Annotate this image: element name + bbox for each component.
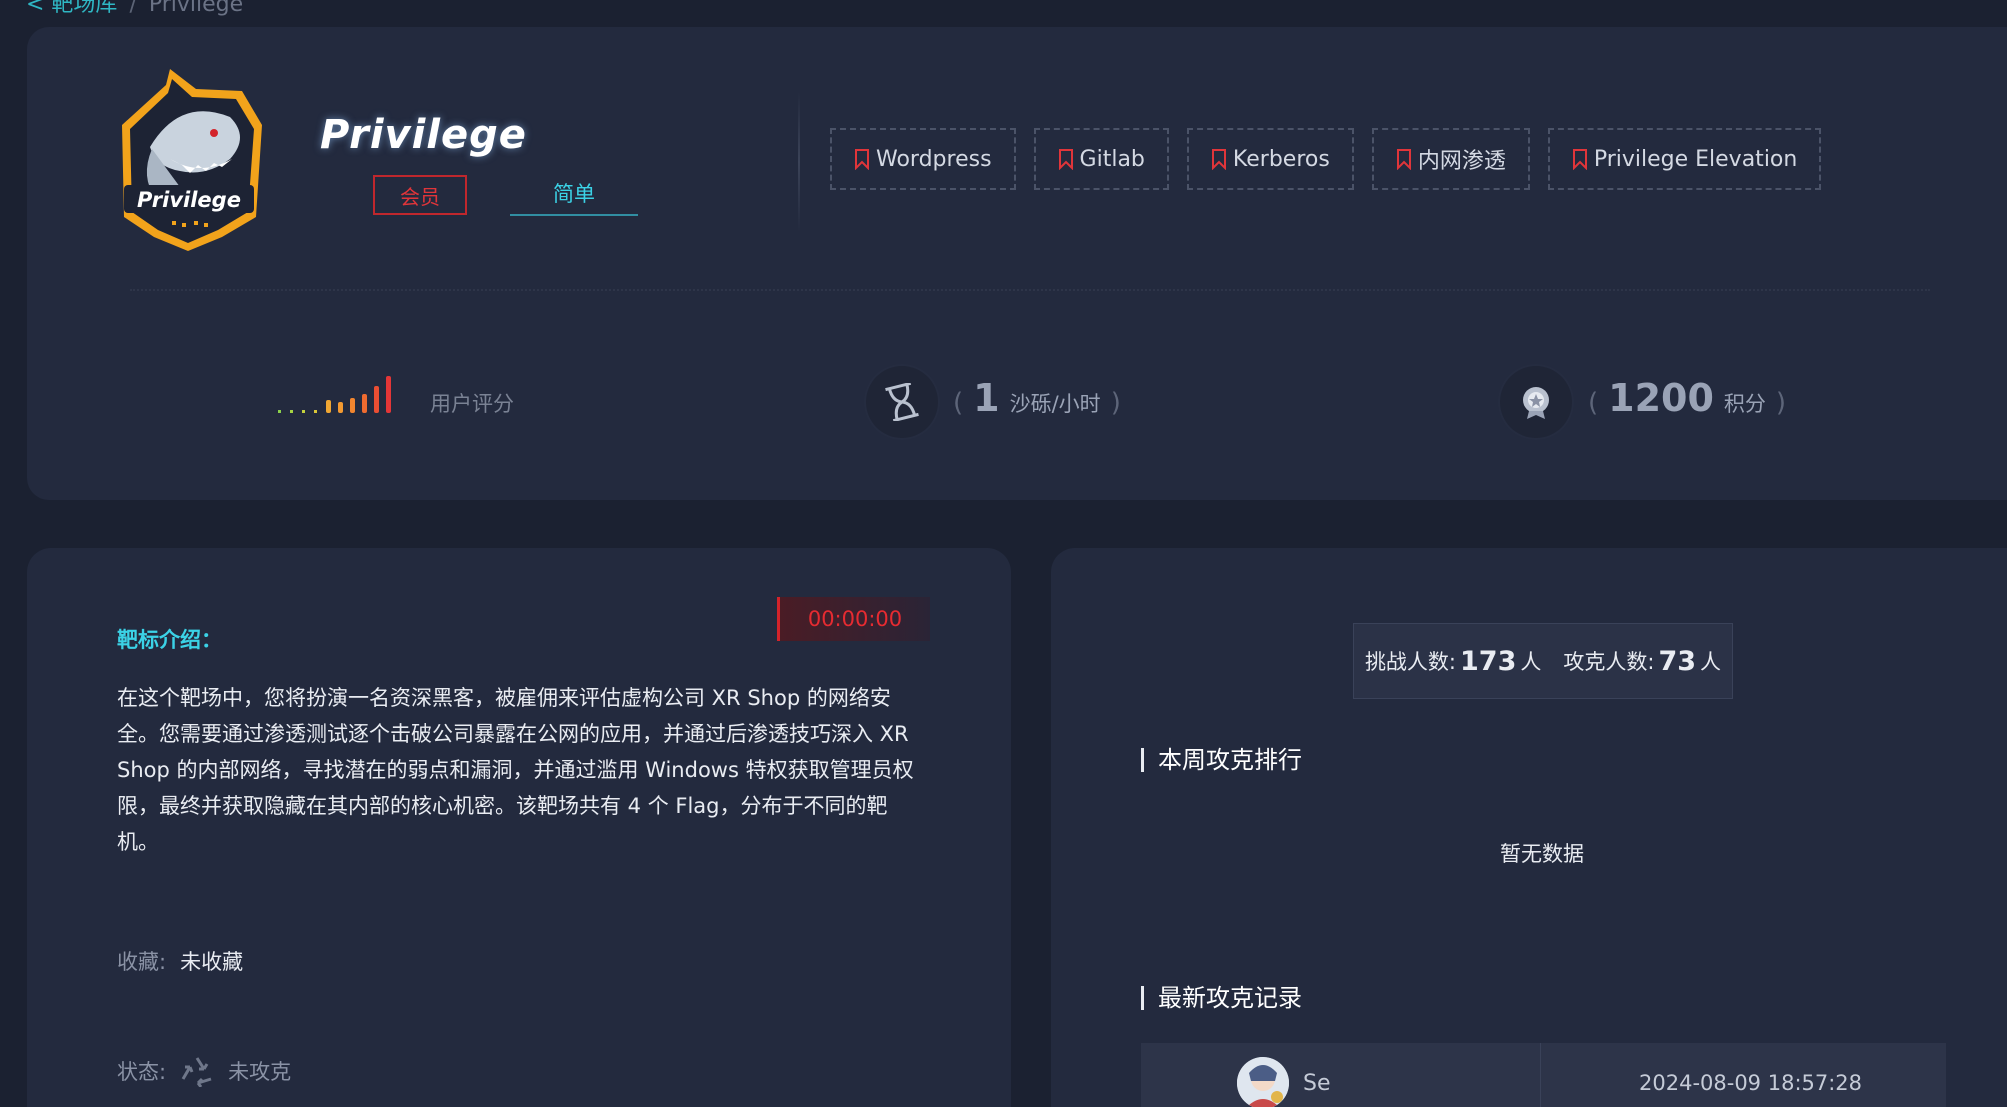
no-data-text: 暂无数据 <box>1500 842 1584 866</box>
bookmark-icon <box>1058 149 1073 170</box>
weekly-ranking-title: 本周攻克排行 <box>1141 748 1302 772</box>
machine-title: Privilege <box>320 112 527 158</box>
sand-rate-stat: ( 1 沙砾/小时 ) <box>953 376 1121 420</box>
points-value: 1200 <box>1608 376 1714 420</box>
intro-label: 靶标介绍： <box>117 628 222 652</box>
solved-unit: 人 <box>1700 650 1722 674</box>
breadcrumb-separator: / <box>129 0 137 17</box>
tag-wordpress[interactable]: Wordpress <box>830 128 1016 190</box>
tag-label: Gitlab <box>1079 146 1145 172</box>
breadcrumb-back-link[interactable]: < 靶场库 <box>26 0 117 17</box>
bookmark-icon <box>855 149 869 170</box>
status-row: 状态: 未攻克 <box>117 1055 291 1087</box>
sand-rate-unit: 沙砾/小时 <box>1009 392 1101 416</box>
record-user: Se <box>1141 1043 1541 1107</box>
tag-label: Kerberos <box>1232 146 1330 172</box>
solved-label: 攻克人数: <box>1563 650 1655 674</box>
hourglass-icon <box>866 366 938 438</box>
record-username[interactable]: Se <box>1303 1071 1331 1096</box>
logo-text: Privilege <box>137 188 241 212</box>
record-time: 2024-08-09 18:57:28 <box>1639 1071 1863 1095</box>
tag-label: Privilege Elevation <box>1593 146 1798 172</box>
intro-text: 在这个靶场中，您将扮演一名资深黑客，被雇佣来评估虚构公司 XR Shop 的网络… <box>117 686 914 854</box>
status-label: 状态: <box>117 1060 167 1084</box>
tag-label: 内网渗透 <box>1417 149 1506 174</box>
breadcrumb: < 靶场库 / Privilege <box>26 0 243 18</box>
tag-intranet-pentest[interactable]: 内网渗透 <box>1371 128 1530 190</box>
solved-count: 73 <box>1658 645 1697 677</box>
difficulty-badge: 简单 <box>510 174 638 216</box>
breadcrumb-current: Privilege <box>148 0 244 17</box>
bookmark-icon <box>1572 149 1587 170</box>
challengers-unit: 人 <box>1520 650 1542 674</box>
avatar <box>1237 1057 1289 1107</box>
favorite-toggle[interactable]: 未收藏 <box>180 946 243 976</box>
machine-header-card <box>27 27 2007 500</box>
favorite-row: 收藏: 未收藏 <box>117 946 243 976</box>
favorite-label: 收藏: <box>117 950 167 974</box>
member-badge: 会员 <box>373 175 467 215</box>
header-separator <box>130 289 1930 291</box>
paren-close: ) <box>1775 388 1787 418</box>
page: < 靶场库 / Privilege Privilege Privilege 会员 简… <box>0 0 2007 1107</box>
record-row[interactable]: Se 2024-08-09 18:57:28 <box>1141 1043 1946 1107</box>
points-unit: 积分 <box>1723 392 1766 416</box>
tag-list: Wordpress Gitlab Kerberos 内网渗透 Privilege… <box>830 128 1822 190</box>
tag-gitlab[interactable]: Gitlab <box>1033 128 1169 190</box>
participation-counts: 挑战人数: 173 人 攻克人数: 73 人 <box>1353 623 1733 699</box>
timer: 00:00:00 <box>777 597 930 641</box>
tag-kerberos[interactable]: Kerberos <box>1186 128 1354 190</box>
header-divider <box>798 92 800 232</box>
challengers-count: 173 <box>1460 645 1517 677</box>
recycle-icon <box>181 1057 212 1087</box>
machine-logo: Privilege <box>122 69 262 251</box>
points-stat: ( 1200 积分 ) <box>1588 376 1786 420</box>
paren-open: ( <box>1588 388 1599 418</box>
medal-icon <box>1500 366 1572 438</box>
paren-close: ) <box>1110 388 1121 418</box>
tag-label: Wordpress <box>876 146 992 172</box>
tag-privilege-elevation[interactable]: Privilege Elevation <box>1547 128 1822 190</box>
paren-open: ( <box>953 388 964 418</box>
bookmark-icon <box>1211 149 1226 170</box>
status-value: 未攻克 <box>228 1060 292 1084</box>
rating-label: 用户评分 <box>430 392 514 416</box>
latest-records-title: 最新攻克记录 <box>1141 986 1302 1010</box>
challengers-label: 挑战人数: <box>1364 650 1457 674</box>
sand-rate-value: 1 <box>973 376 1000 420</box>
bookmark-icon <box>1396 149 1411 170</box>
rating-bars-icon <box>278 376 391 413</box>
